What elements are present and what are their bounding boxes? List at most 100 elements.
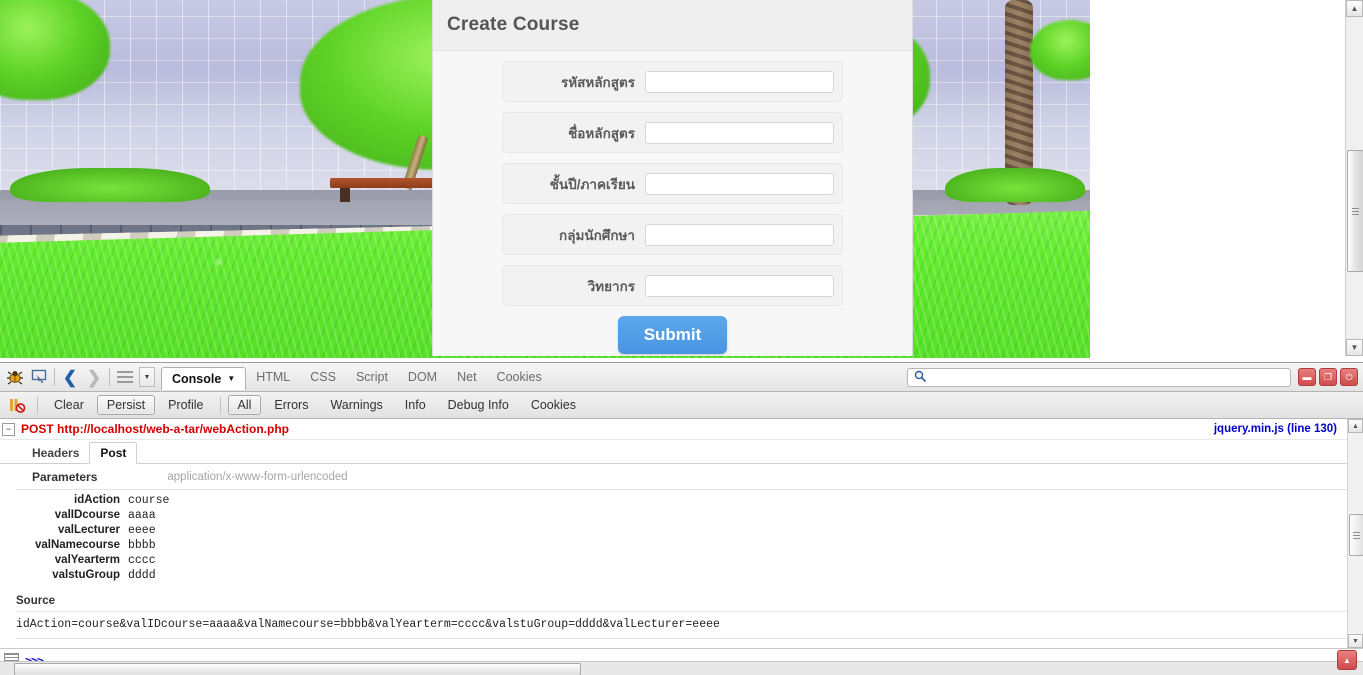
scroll-up-arrow-icon[interactable]: ▲: [1346, 0, 1363, 17]
filter-info-button[interactable]: Info: [396, 396, 435, 414]
tab-html[interactable]: HTML: [246, 366, 300, 388]
input-year-term[interactable]: [645, 172, 834, 195]
photo-hedge-right: [945, 168, 1085, 202]
scroll-grip-icon: [1352, 207, 1359, 215]
collapse-twisty-icon[interactable]: −: [2, 422, 15, 436]
form-row-year-term: ชั้นปี/ภาคเรียน: [502, 163, 843, 204]
console-scroll-up-icon[interactable]: ▲: [1348, 419, 1363, 433]
table-row: valNamecourse bbbb: [16, 538, 1363, 553]
browser-window: Create Course รหัสหลักสูตร ชื่อหลักสูตร …: [0, 0, 1363, 675]
break-on-error-icon[interactable]: [8, 397, 26, 413]
horizontal-scroll-thumb[interactable]: [14, 663, 581, 675]
filter-divider: [37, 396, 38, 414]
request-row[interactable]: − POST http://localhost/web-a-tar/webAct…: [0, 419, 1363, 440]
label-student-group: กลุ่มนักศึกษา: [559, 227, 635, 243]
page-title: Create Course: [447, 14, 580, 35]
source-label: Source: [16, 595, 1355, 612]
param-name: valIDcourse: [54, 509, 120, 521]
chevron-down-icon: ▼: [227, 374, 236, 383]
request-source-link[interactable]: jquery.min.js (line 130): [1214, 423, 1359, 435]
tab-cookies[interactable]: Cookies: [487, 366, 552, 388]
console-scroll-down-icon[interactable]: ▼: [1348, 634, 1363, 648]
persist-button[interactable]: Persist: [96, 395, 156, 415]
clear-button[interactable]: Clear: [45, 396, 93, 414]
web-page-viewport: Create Course รหัสหลักสูตร ชื่อหลักสูตร …: [0, 0, 1363, 362]
content-type-label: application/x-www-form-urlencoded: [167, 471, 348, 483]
submit-row: Submit: [433, 316, 912, 354]
table-row: valIDcourse aaaa: [16, 508, 1363, 523]
photo-bench-leg-left: [340, 188, 350, 202]
photo-hedge-left: [10, 168, 210, 202]
profile-button[interactable]: Profile: [159, 396, 212, 414]
restore-icon[interactable]: ❐: [1319, 368, 1337, 386]
source-text: idAction=course&valIDcourse=aaaa&valName…: [16, 617, 1355, 639]
page-scroll-thumb[interactable]: [1347, 150, 1363, 272]
console-filter-bar: Clear Persist Profile All Errors Warning…: [0, 392, 1363, 419]
submit-button[interactable]: Submit: [617, 316, 728, 354]
photo-palm-fronds: [1030, 20, 1090, 90]
filter-errors-button[interactable]: Errors: [265, 396, 317, 414]
parameters-table: idAction course valIDcourse aaaa valLect…: [16, 490, 1363, 583]
filter-all-button[interactable]: All: [227, 395, 262, 415]
firebug-menu-icon[interactable]: [113, 366, 137, 388]
page-vertical-scrollbar[interactable]: ▲ ▼: [1345, 0, 1363, 356]
table-row: valYearterm cccc: [16, 553, 1363, 568]
param-name: valstuGroup: [52, 569, 120, 581]
param-value: bbbb: [128, 539, 156, 552]
scroll-down-arrow-icon[interactable]: ▼: [1346, 339, 1363, 356]
filter-cookies-button[interactable]: Cookies: [522, 396, 585, 414]
firebug-toolbar: ❮ ❯ ▼ Console ▼ HTML CSS Script DOM Net …: [0, 363, 1363, 392]
tab-post[interactable]: Post: [89, 442, 138, 464]
filter-divider-2: [219, 396, 221, 414]
param-name: valYearterm: [54, 554, 120, 566]
table-row: valstuGroup dddd: [16, 568, 1363, 583]
input-lecturer[interactable]: [645, 274, 834, 297]
firebug-activation-icon[interactable]: ▲: [1337, 650, 1357, 670]
tab-dom[interactable]: DOM: [398, 366, 447, 388]
tab-css[interactable]: CSS: [300, 366, 346, 388]
console-scroll-thumb[interactable]: [1349, 514, 1363, 556]
back-arrow-icon[interactable]: ❮: [58, 366, 82, 388]
create-course-form: รหัสหลักสูตร ชื่อหลักสูตร ชั้นปี/ภาคเรีย…: [433, 51, 912, 354]
forward-arrow-icon[interactable]: ❯: [82, 366, 106, 388]
param-value: cccc: [128, 554, 156, 567]
firebug-search-box[interactable]: [907, 367, 1291, 387]
param-value: aaaa: [128, 509, 156, 522]
tab-console[interactable]: Console ▼: [161, 366, 247, 390]
console-vertical-scrollbar[interactable]: ▲ ▼: [1347, 419, 1363, 648]
request-detail-tabs: Headers Post: [0, 440, 1363, 464]
photo-tree-left: [0, 0, 110, 120]
firebug-menu-chevron-down-icon[interactable]: ▼: [139, 367, 155, 387]
firebug-bug-icon[interactable]: [3, 366, 27, 388]
label-id-course: รหัสหลักสูตร: [561, 74, 635, 90]
tab-script[interactable]: Script: [346, 366, 398, 388]
label-year-term: ชั้นปี/ภาคเรียน: [549, 176, 635, 192]
toolbar-divider: [54, 368, 55, 386]
close-icon[interactable]: ⏻: [1340, 368, 1358, 386]
input-id-course[interactable]: [645, 70, 834, 93]
console-content: − POST http://localhost/web-a-tar/webAct…: [0, 419, 1363, 648]
tab-console-label: Console: [172, 371, 222, 386]
filter-debug-info-button[interactable]: Debug Info: [439, 396, 518, 414]
input-name-course[interactable]: [645, 121, 834, 144]
parameters-header: Parameters application/x-www-form-urlenc…: [16, 464, 1363, 490]
label-name-course: ชื่อหลักสูตร: [568, 125, 635, 141]
input-student-group[interactable]: [645, 223, 834, 246]
form-row-name-course: ชื่อหลักสูตร: [502, 112, 843, 153]
firebug-window-buttons: ▬ ❐ ⏻: [1298, 368, 1358, 386]
filter-warnings-button[interactable]: Warnings: [321, 396, 391, 414]
inspect-element-icon[interactable]: [27, 366, 51, 388]
panel-header: Create Course: [433, 0, 912, 51]
tab-net[interactable]: Net: [447, 366, 486, 388]
minimize-icon[interactable]: ▬: [1298, 368, 1316, 386]
param-name: valNamecourse: [34, 539, 120, 551]
toolbar-divider-2: [109, 368, 110, 386]
tab-headers[interactable]: Headers: [22, 443, 89, 463]
form-row-student-group: กลุ่มนักศึกษา: [502, 214, 843, 255]
parameters-label: Parameters: [32, 470, 98, 484]
search-input[interactable]: [931, 370, 1284, 384]
firebug-panel: ❮ ❯ ▼ Console ▼ HTML CSS Script DOM Net …: [0, 362, 1363, 675]
horizontal-scrollbar[interactable]: ▲: [0, 650, 1363, 675]
table-row: valLecturer eeee: [16, 523, 1363, 538]
request-url[interactable]: POST http://localhost/web-a-tar/webActio…: [21, 422, 289, 436]
